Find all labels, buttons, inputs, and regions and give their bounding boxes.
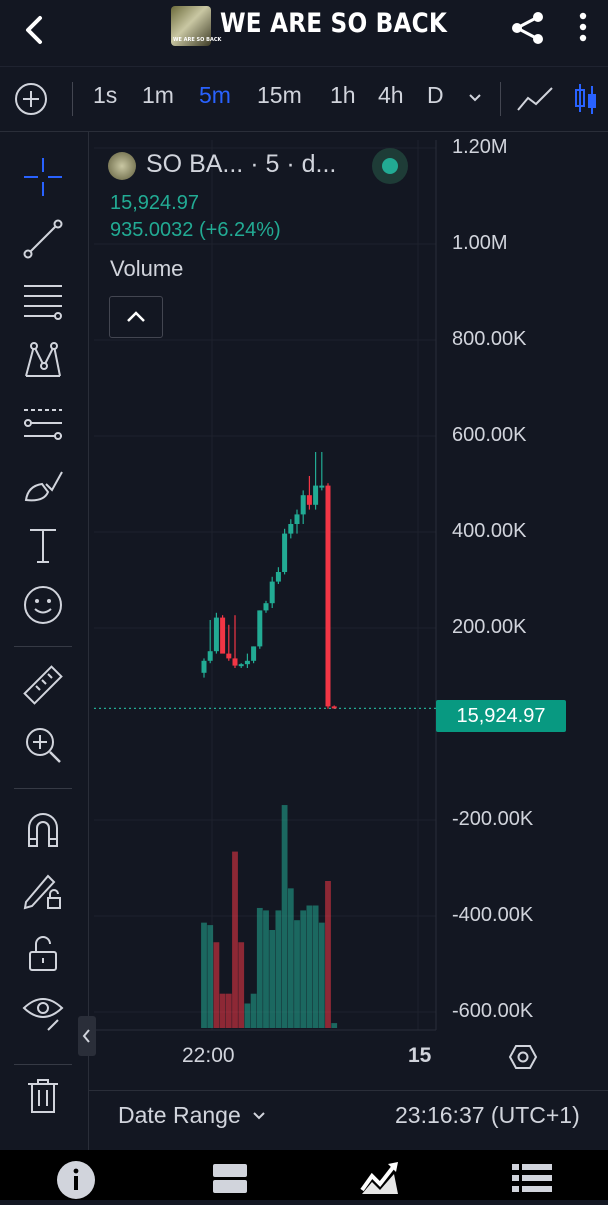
time-axis-label: 22:00 [182,1044,235,1067]
price-axis-label: 800.00K [452,328,527,350]
volume-bar [331,1023,338,1028]
nav-info[interactable] [56,1160,96,1205]
timezone-clock[interactable]: 23:16:37 (UTC+1) [395,1102,580,1129]
candle-body [263,603,269,611]
volume-bar [213,942,220,1028]
candle-body [213,617,219,652]
volume-bar [318,922,325,1028]
candle-body [313,485,319,505]
volume-bar [269,930,276,1028]
volume-bar [250,993,257,1028]
candle-body [282,533,288,572]
candle-body [275,572,281,582]
list-icon [512,1164,552,1192]
candle-body [251,646,257,661]
volume-bar [225,993,232,1028]
legend-price: 15,924.97 [110,192,199,214]
candle-body [319,485,325,488]
chart-settings-button[interactable] [508,1042,538,1072]
volume-bar [281,805,288,1028]
nav-layout[interactable] [212,1160,248,1201]
volume-bar [232,851,238,1028]
candle-body [201,660,207,673]
candle-body [244,660,250,665]
volume-bar [325,881,331,1028]
volume-bar [263,910,269,1028]
chevron-up-icon [127,311,145,322]
volume-bar [294,920,300,1028]
collapse-legend-button[interactable] [109,296,163,338]
date-range-label: Date Range [118,1102,241,1128]
volume-bar [238,942,245,1028]
symbol-logo [108,152,136,180]
volume-bar [287,888,294,1028]
candle-body [306,495,312,505]
volume-label[interactable]: Volume [110,256,183,282]
candle-body [325,485,331,707]
candle-body [238,664,244,667]
market-status-indicator[interactable] [372,148,408,184]
candle-body [294,514,300,524]
volume-bar [275,910,282,1028]
price-axis-label: 1.20M [452,136,508,158]
current-price-label: 15,924.97 [436,700,566,732]
candle-body [300,495,306,515]
candle-body [257,610,263,647]
chevron-down-icon [253,1112,265,1120]
chart-icon [360,1162,398,1194]
symbol-name[interactable]: SO BA... · 5 · d... [146,150,336,179]
price-axis-label: -400.00K [452,904,534,926]
volume-bar [201,922,207,1028]
price-axis-label: 600.00K [452,424,527,446]
nav-list[interactable] [512,1160,552,1201]
volume-bar [244,1003,251,1028]
candle-body [331,706,337,709]
price-axis-label: 400.00K [452,520,527,542]
volume-bar [306,905,313,1028]
candle-body [226,653,232,659]
info-icon [57,1161,95,1199]
time-axis-label: 15 [408,1044,432,1067]
layout-icon [213,1164,247,1193]
volume-bar [312,905,319,1028]
nav-chart[interactable] [360,1160,400,1201]
candle-body [220,617,226,654]
volume-bar [256,907,263,1028]
settings-icon [508,1045,538,1069]
candle-body [288,524,294,534]
volume-bar [219,993,226,1028]
candle-body [207,651,213,661]
date-range-button[interactable]: Date Range [118,1102,267,1129]
candle-body [269,581,275,604]
price-axis-label: 200.00K [452,616,527,638]
price-axis-label: 1.00M [452,232,508,254]
price-axis-label: -600.00K [452,1000,534,1022]
candle-body [232,658,238,666]
price-axis-label: -200.00K [452,808,534,830]
volume-bar [300,910,307,1028]
volume-bar [207,925,214,1028]
legend-change: 935.0032 (+6.24%) [110,219,281,241]
